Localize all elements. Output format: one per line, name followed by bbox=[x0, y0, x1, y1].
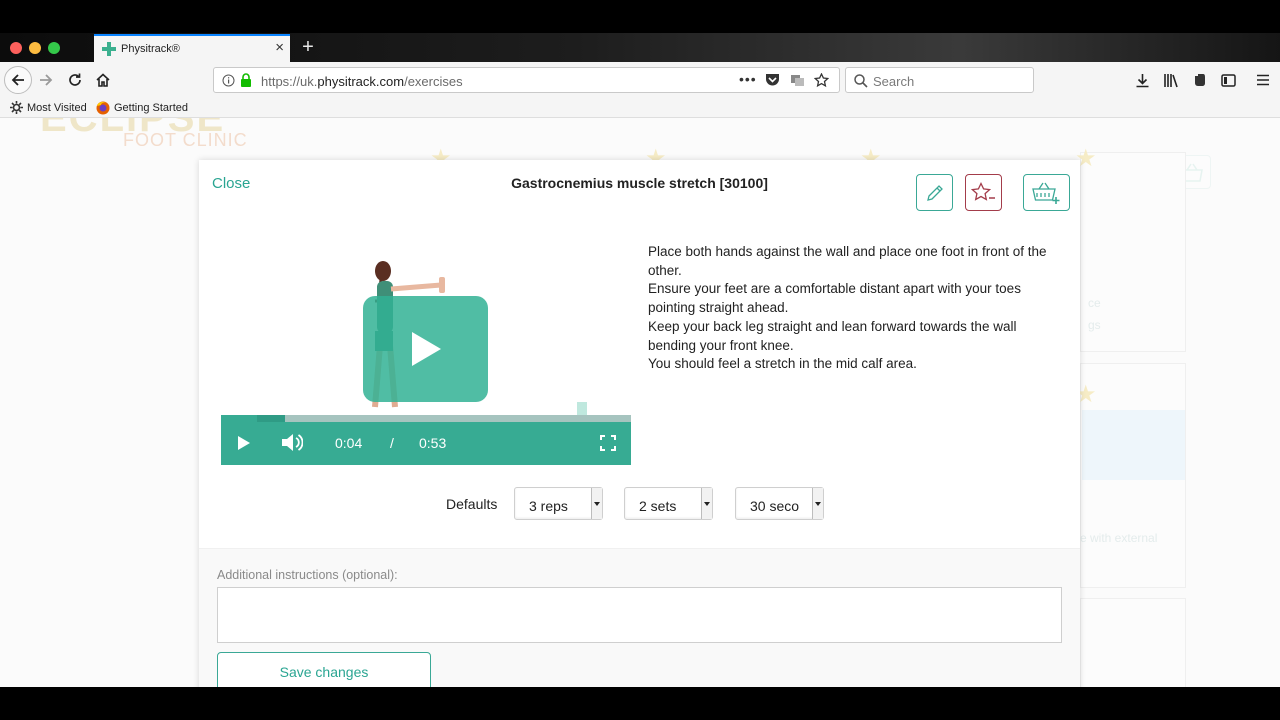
exercise-edit-modal: Close Gastrocnemius muscle stretch [3010… bbox=[199, 160, 1080, 700]
window-close-button[interactable] bbox=[10, 42, 22, 54]
lock-icon bbox=[241, 73, 251, 87]
forward-button[interactable] bbox=[32, 66, 60, 94]
window-zoom-button[interactable] bbox=[48, 42, 60, 54]
basket-plus-icon bbox=[1031, 182, 1059, 204]
page-actions-icon[interactable]: ••• bbox=[739, 71, 757, 87]
description-line: You should feel a stretch in the mid cal… bbox=[648, 356, 917, 372]
info-icon[interactable] bbox=[222, 74, 235, 87]
gear-icon bbox=[10, 101, 23, 114]
tab-bar: Physitrack® × + bbox=[0, 33, 1280, 62]
play-icon[interactable] bbox=[237, 435, 251, 451]
home-button[interactable] bbox=[89, 66, 117, 94]
fullscreen-icon[interactable] bbox=[600, 435, 616, 451]
firefox-icon bbox=[96, 101, 110, 115]
window-minimize-button[interactable] bbox=[29, 42, 41, 54]
sidebar-icon[interactable] bbox=[1221, 73, 1236, 88]
arrow-left-icon bbox=[11, 74, 24, 86]
remove-favorite-button[interactable] bbox=[965, 174, 1002, 211]
pencil-icon bbox=[926, 184, 943, 201]
exercise-video-player[interactable]: 0:04 / 0:53 bbox=[221, 239, 631, 465]
browser-tab-physitrack[interactable]: Physitrack® × bbox=[94, 34, 290, 62]
download-icon[interactable] bbox=[1135, 73, 1150, 88]
tab-title: Physitrack® bbox=[121, 43, 180, 55]
star-minus-icon bbox=[970, 181, 995, 201]
url-bar[interactable]: https://uk.physitrack.com/exercises ••• bbox=[213, 67, 840, 93]
new-tab-button[interactable]: + bbox=[300, 36, 316, 58]
additional-instructions-section: Additional instructions (optional): Save… bbox=[199, 548, 1080, 700]
bookmark-most-visited[interactable]: Most Visited bbox=[10, 101, 87, 114]
bookmarks-toolbar: Most Visited Getting Started bbox=[0, 98, 1280, 118]
description-line: Place both hands against the wall and pl… bbox=[648, 244, 1047, 278]
library-icon[interactable] bbox=[1163, 73, 1179, 88]
screen: Physitrack® × + https://uk.physitrack.co… bbox=[0, 0, 1280, 720]
reload-icon bbox=[69, 73, 81, 86]
search-bar[interactable]: Search bbox=[845, 67, 1034, 93]
volume-icon[interactable] bbox=[281, 433, 303, 452]
card-subtitle-fragment: gs bbox=[1088, 318, 1101, 332]
video-duration: 0:53 bbox=[419, 435, 447, 451]
card-title-fragment: ce bbox=[1088, 296, 1101, 310]
edit-button[interactable] bbox=[916, 174, 953, 211]
screenshot-icon[interactable] bbox=[790, 74, 805, 87]
video-time-separator: / bbox=[390, 435, 394, 451]
exercise-thumbnail bbox=[1082, 410, 1185, 480]
chevron-down-icon bbox=[591, 488, 602, 519]
sets-select-value: 2 sets bbox=[639, 498, 677, 514]
letterbox-bar bbox=[0, 687, 1280, 720]
description-line: Ensure your feet are a comfortable dista… bbox=[648, 281, 1021, 316]
add-to-basket-button[interactable] bbox=[1023, 174, 1070, 211]
search-icon bbox=[854, 74, 868, 88]
video-current-time: 0:04 bbox=[335, 435, 363, 451]
video-progress-fill bbox=[257, 415, 286, 422]
instructions-label: Additional instructions (optional): bbox=[217, 568, 398, 582]
chevron-down-icon bbox=[701, 488, 712, 519]
description-line: Keep your back leg straight and lean for… bbox=[648, 318, 1017, 353]
hold-select[interactable]: 30 seco bbox=[735, 487, 824, 520]
navigation-toolbar: https://uk.physitrack.com/exercises ••• … bbox=[0, 62, 1280, 98]
bookmark-star-icon[interactable] bbox=[814, 73, 829, 88]
tab-close-icon[interactable]: × bbox=[275, 40, 284, 56]
reps-select[interactable]: 3 reps bbox=[514, 487, 603, 520]
reps-select-value: 3 reps bbox=[529, 498, 568, 514]
defaults-label: Defaults bbox=[446, 496, 498, 512]
hamburger-menu-icon[interactable] bbox=[1256, 73, 1270, 87]
pocket-icon[interactable] bbox=[765, 73, 780, 87]
arrow-right-icon bbox=[40, 74, 53, 86]
home-icon bbox=[96, 73, 110, 87]
sets-select[interactable]: 2 sets bbox=[624, 487, 713, 520]
chevron-down-icon bbox=[812, 488, 823, 519]
save-changes-button[interactable]: Save changes bbox=[217, 652, 431, 692]
physitrack-cross-icon bbox=[102, 42, 116, 56]
card-title-fragment: e with external bbox=[1080, 531, 1158, 545]
exercise-description: Place both hands against the wall and pl… bbox=[648, 243, 1058, 374]
reload-button[interactable] bbox=[61, 66, 89, 94]
instructions-textarea[interactable] bbox=[217, 587, 1062, 643]
figure-foot-marker bbox=[577, 402, 587, 416]
back-button[interactable] bbox=[4, 66, 32, 94]
bookmark-getting-started[interactable]: Getting Started bbox=[96, 101, 188, 115]
video-controls: 0:04 / 0:53 bbox=[221, 415, 631, 465]
url-text: https://uk.physitrack.com/exercises bbox=[261, 74, 463, 89]
search-placeholder: Search bbox=[873, 74, 915, 89]
hold-select-value: 30 seco bbox=[750, 498, 800, 514]
clinic-logo-sub: FOOT CLINIC bbox=[123, 130, 248, 150]
video-progress-bar[interactable] bbox=[257, 415, 631, 422]
evernote-icon[interactable] bbox=[1192, 73, 1207, 88]
exercise-card[interactable] bbox=[1080, 598, 1186, 687]
play-icon bbox=[411, 332, 441, 366]
play-overlay-button[interactable] bbox=[363, 296, 488, 402]
